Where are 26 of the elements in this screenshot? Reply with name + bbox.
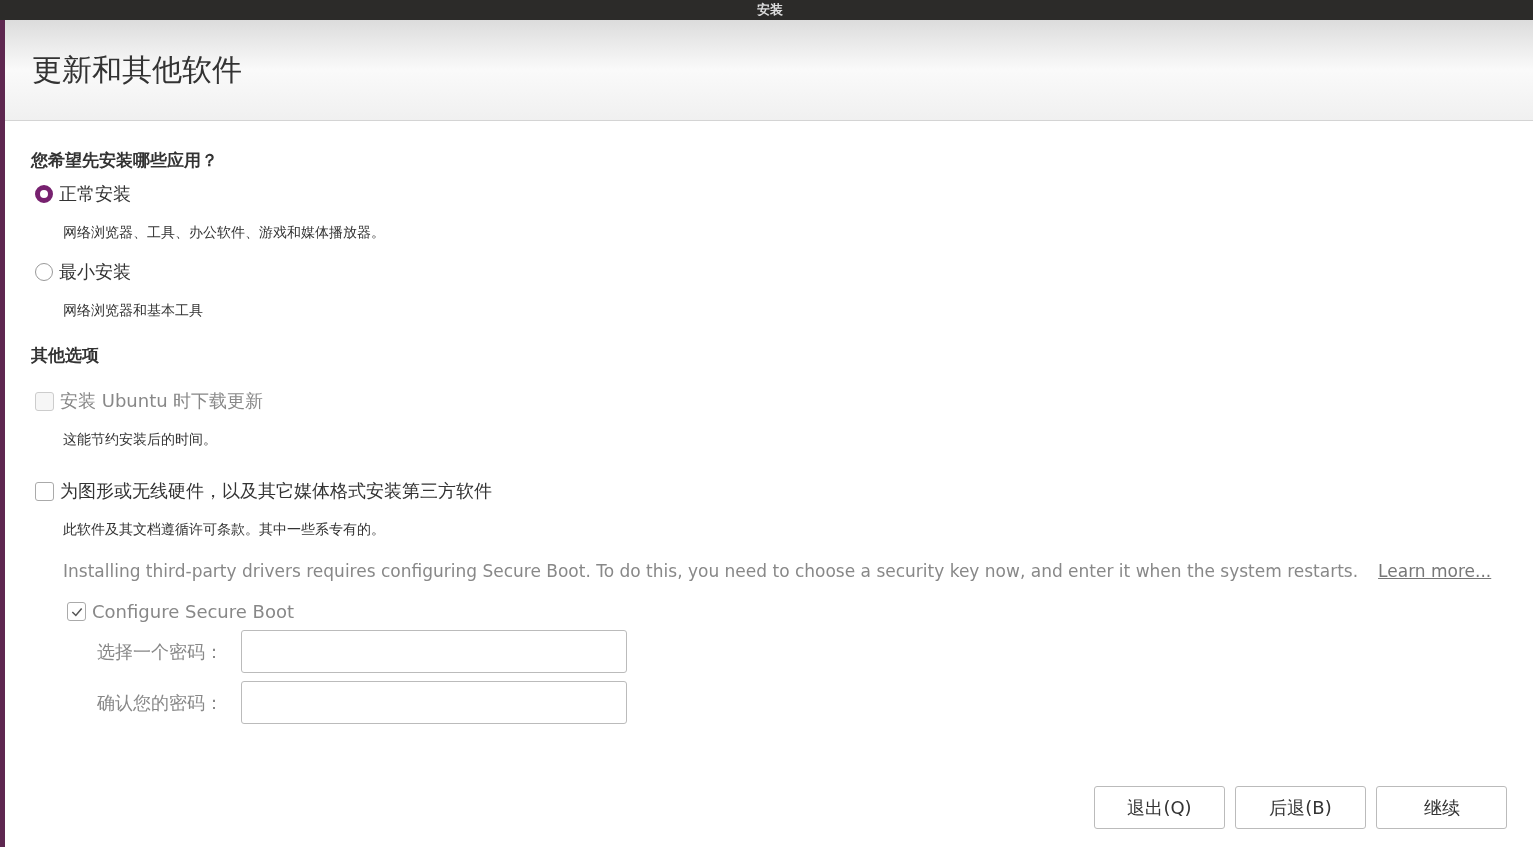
checkbox[interactable]: [35, 481, 54, 501]
checkbox-label: Configure Secure Boot: [92, 601, 294, 622]
section-heading: 其他选项: [31, 344, 100, 367]
password-field[interactable]: [241, 681, 627, 724]
radio-button[interactable]: [35, 185, 53, 203]
option-description: 网络浏览器和基本工具: [63, 302, 204, 320]
option-label: 最小安装: [59, 260, 131, 284]
field-label: 确认您的密码：: [97, 690, 224, 715]
window-title: 安装: [756, 2, 783, 18]
radio-button[interactable]: [35, 263, 53, 281]
option-description: 网络浏览器、工具、办公软件、游戏和媒体播放器。: [63, 224, 386, 242]
option-label: 为图形或无线硬件，以及其它媒体格式安装第三方软件: [60, 479, 492, 503]
field-label: 选择一个密码：: [97, 639, 224, 664]
dialog-button[interactable]: 后退(B): [1235, 786, 1366, 829]
option-description: 这能节约安装后的时间。: [63, 431, 218, 449]
dialog-button[interactable]: 继续: [1376, 786, 1507, 829]
page-title: 更新和其他软件: [32, 50, 242, 89]
password-field[interactable]: [241, 630, 627, 673]
section-heading: 您希望先安装哪些应用？: [31, 149, 219, 172]
option-label: 正常安装: [59, 182, 131, 206]
option-label: 安装 Ubuntu 时下载更新: [60, 389, 264, 413]
dialog-button[interactable]: 退出(Q): [1094, 786, 1225, 829]
option-description: 此软件及其文档遵循许可条款。其中一些系专有的。: [63, 521, 386, 539]
secure-boot-note: Installing third-party drivers requires configuring Secure Boot. To do this, you need to choose a security key now, and enter it when the system restarts.: [63, 561, 1359, 581]
learn-more-link[interactable]: Learn more...: [1378, 561, 1492, 581]
checkbox[interactable]: [67, 602, 86, 621]
